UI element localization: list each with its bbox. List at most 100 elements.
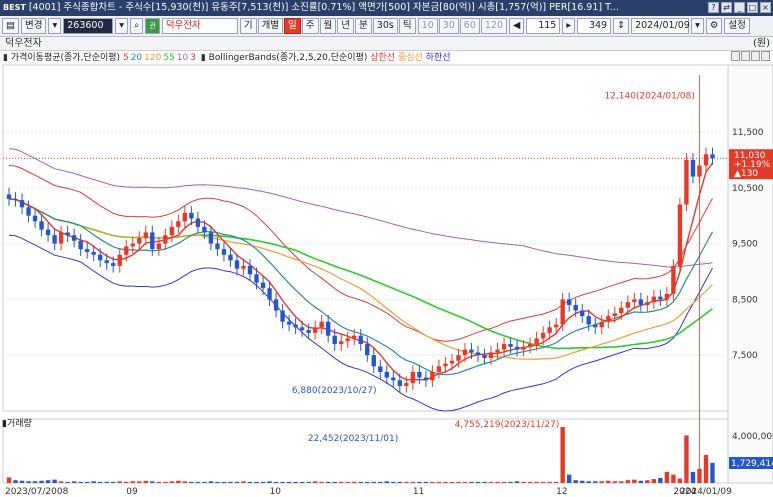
period-tab-4[interactable]: 월: [319, 18, 337, 34]
ma-period-4: 10: [176, 53, 189, 63]
candle: [365, 344, 370, 356]
candle: [378, 366, 383, 372]
bb-legend-label[interactable]: BollingerBands(종가,2,5,20,단순이평): [209, 53, 368, 63]
candle: [475, 352, 481, 356]
volume-bar: [560, 427, 565, 483]
date-input[interactable]: 2024/01/09: [631, 18, 690, 34]
period-tab-6[interactable]: 분: [355, 18, 372, 34]
candle: [32, 215, 38, 222]
volume-bar: [462, 481, 468, 483]
chart-tool-4-icon[interactable]: [761, 51, 770, 61]
volume-bar: [690, 471, 696, 483]
volume-bar: [449, 481, 455, 483]
volume-bar: [651, 479, 657, 483]
volume-bar: [345, 481, 350, 483]
volume-bar: [339, 481, 344, 483]
candle: [13, 198, 18, 201]
bb-legend-icon: ▮: [200, 53, 206, 63]
volume-bar: [65, 481, 70, 483]
x-tick-label: 09: [126, 487, 138, 497]
period-tab-3[interactable]: 주: [301, 18, 319, 34]
volume-bar: [97, 481, 103, 483]
volume-bar: [221, 481, 227, 483]
prev-icon[interactable]: ◀: [509, 18, 525, 34]
candle: [508, 344, 513, 347]
search-icon[interactable]: ⌕: [130, 18, 144, 34]
count-input[interactable]: 115: [526, 18, 561, 34]
candle: [267, 288, 272, 300]
x-tick-label: 11: [413, 487, 424, 497]
minimize-icon[interactable]: _: [734, 2, 745, 13]
interval-tab-3[interactable]: 120: [480, 18, 508, 34]
change-button[interactable]: 변경: [20, 18, 47, 34]
candle: [156, 243, 162, 250]
candle: [150, 232, 155, 250]
candle: [534, 338, 539, 345]
zoom-icon[interactable]: ⇕: [613, 18, 630, 34]
close-icon[interactable]: ×: [760, 2, 771, 13]
volume-bar: [150, 481, 155, 483]
settings-icon[interactable]: ⚙: [705, 18, 723, 34]
volume-bar: [397, 481, 403, 483]
volume-bar: [91, 481, 96, 483]
volume-bar: [293, 481, 298, 483]
price-chart[interactable]: 11,50010,5009,5008,5007,50011,030+1.19%▲…: [0, 51, 773, 497]
candle: [117, 254, 122, 266]
candle: [501, 344, 507, 350]
candle: [606, 316, 611, 322]
low-annotation: 6,880(2023/10/27): [292, 386, 377, 396]
candle: [143, 232, 148, 238]
chart-tool-1-icon[interactable]: [731, 51, 740, 61]
interval-tab-2[interactable]: 60: [459, 18, 480, 34]
maximize-icon[interactable]: □: [747, 2, 758, 13]
volume-bar: [514, 481, 520, 483]
candle: [553, 324, 559, 328]
volume-bar: [13, 480, 18, 483]
chart-tool-2-icon[interactable]: [741, 51, 750, 61]
candle: [677, 204, 683, 266]
period-tab-7[interactable]: 30s: [372, 18, 398, 34]
candle: [645, 302, 650, 305]
period-tab-5[interactable]: 년: [337, 18, 355, 34]
volume-legend-label[interactable]: 거래량: [7, 419, 32, 429]
period-tab-8[interactable]: 틱: [398, 18, 416, 34]
candle: [332, 335, 337, 345]
volume-bar: [312, 481, 318, 483]
candle: [163, 235, 168, 244]
volume-bar: [475, 481, 481, 483]
volume-high-annotation: 4,755,219(2023/11/27): [455, 420, 560, 430]
volume-bar: [58, 481, 64, 483]
volume-bar: [573, 480, 578, 483]
interval-tab-1[interactable]: 30: [438, 18, 459, 34]
candle: [6, 194, 12, 199]
dropdown-icon[interactable]: ▾: [48, 18, 62, 34]
period-tab-0[interactable]: 기: [239, 18, 257, 34]
ma-legend-label[interactable]: 가격이동평균(종가,단순이평): [11, 53, 120, 63]
help-icon[interactable]: ?: [708, 2, 719, 13]
volume-bar: [658, 477, 663, 483]
layout-icon[interactable]: ▤: [2, 18, 19, 34]
step-icon[interactable]: ▸: [562, 18, 576, 34]
volume-bar: [417, 481, 422, 483]
candle: [632, 299, 637, 303]
settings-button[interactable]: 설정: [724, 18, 750, 34]
candle: [521, 346, 526, 350]
candle: [527, 344, 533, 347]
volume-bar: [84, 481, 90, 483]
favorite-icon[interactable]: 관: [145, 18, 160, 34]
link-icon[interactable]: ⇄: [721, 2, 732, 13]
period-tabs: 기 개별 일 주 월 년 분 30s 틱: [239, 18, 416, 34]
interval-tab-0[interactable]: 10: [417, 18, 438, 34]
candle: [710, 154, 715, 159]
date-dropdown-icon[interactable]: ▾: [691, 18, 704, 34]
code-dropdown-icon[interactable]: ▾: [115, 18, 129, 34]
volume-bar: [32, 481, 38, 483]
period-tab-1[interactable]: 개별: [257, 18, 284, 34]
candle: [39, 221, 44, 230]
price-unit: (원): [752, 38, 770, 49]
chart-tool-3-icon[interactable]: [751, 51, 760, 61]
period-tab-2[interactable]: 일: [284, 18, 301, 34]
volume-bar: [358, 481, 363, 483]
volume-bar: [625, 480, 631, 483]
stock-code-input[interactable]: 263600: [63, 18, 114, 34]
